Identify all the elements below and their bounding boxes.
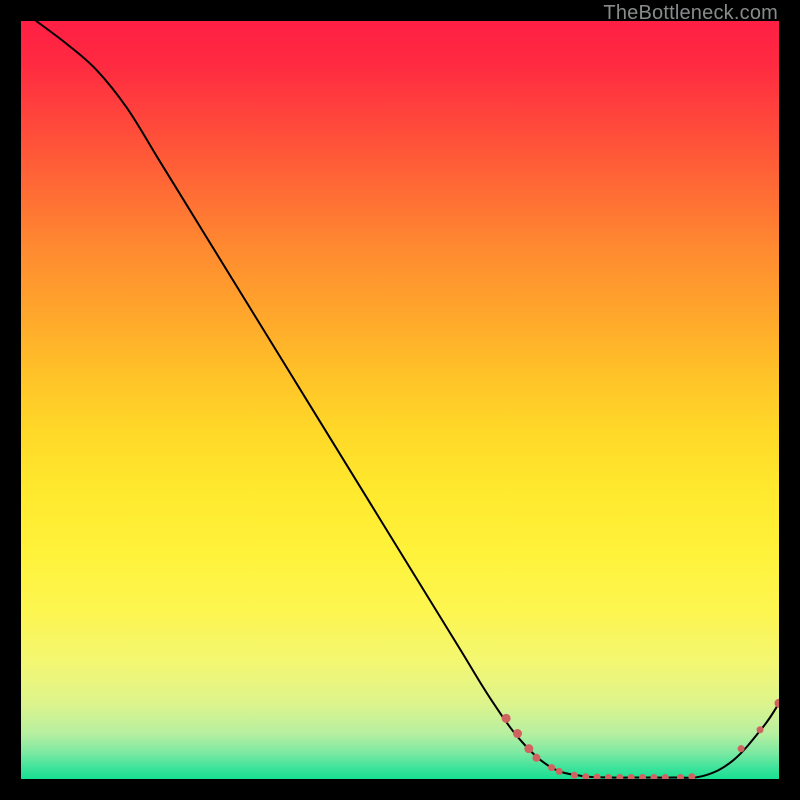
watermark-text: TheBottleneck.com bbox=[603, 2, 778, 25]
curve-marker bbox=[513, 729, 522, 738]
curve-marker bbox=[571, 772, 578, 779]
curve-marker bbox=[757, 726, 764, 733]
plot-area bbox=[21, 21, 779, 779]
curve-marker bbox=[532, 754, 540, 762]
curve-marker bbox=[548, 764, 555, 771]
curve-marker bbox=[524, 744, 533, 753]
curve-marker bbox=[556, 768, 563, 775]
curve-marker bbox=[502, 714, 511, 723]
curve-marker bbox=[738, 745, 745, 752]
chart-svg bbox=[21, 21, 779, 779]
gradient-background bbox=[21, 21, 779, 779]
chart-stage: TheBottleneck.com bbox=[0, 0, 800, 800]
